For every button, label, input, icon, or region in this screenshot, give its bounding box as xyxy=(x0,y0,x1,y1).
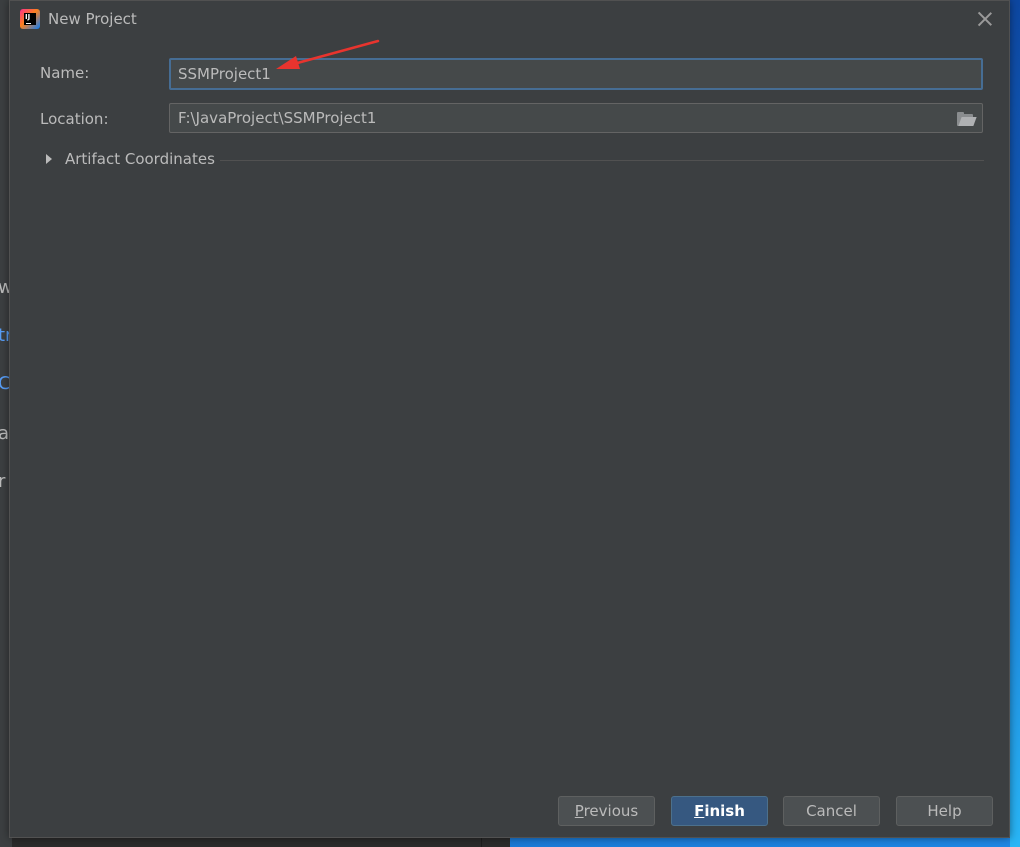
expand-triangle-icon xyxy=(46,154,52,164)
location-value: F:\JavaProject\SSMProject1 xyxy=(178,109,377,127)
previous-button[interactable]: Previous xyxy=(558,796,655,826)
close-icon[interactable] xyxy=(975,9,995,29)
cancel-button[interactable]: Cancel xyxy=(783,796,880,826)
project-name-input[interactable] xyxy=(169,58,983,90)
project-location-input[interactable]: F:\JavaProject\SSMProject1 xyxy=(169,103,983,133)
new-project-dialog: IJ New Project Name: Location: F:\JavaPr… xyxy=(9,0,1010,838)
ide-bottom-strip xyxy=(0,838,510,847)
name-label: Name: xyxy=(40,64,90,82)
artifact-coordinates-label: Artifact Coordinates xyxy=(65,150,215,168)
ide-text-fragment: a xyxy=(0,423,10,444)
desktop-background-edge xyxy=(1010,0,1020,847)
dialog-title: New Project xyxy=(48,10,137,28)
help-button[interactable]: Help xyxy=(896,796,993,826)
finish-button[interactable]: Finish xyxy=(671,796,768,826)
ide-text-fragment: r xyxy=(0,471,6,492)
dialog-titlebar[interactable]: IJ New Project xyxy=(10,1,1009,37)
intellij-icon: IJ xyxy=(20,9,40,29)
location-label: Location: xyxy=(40,110,109,128)
folder-icon[interactable] xyxy=(957,112,977,126)
section-divider xyxy=(220,160,984,161)
artifact-coordinates-toggle[interactable]: Artifact Coordinates xyxy=(44,150,984,170)
